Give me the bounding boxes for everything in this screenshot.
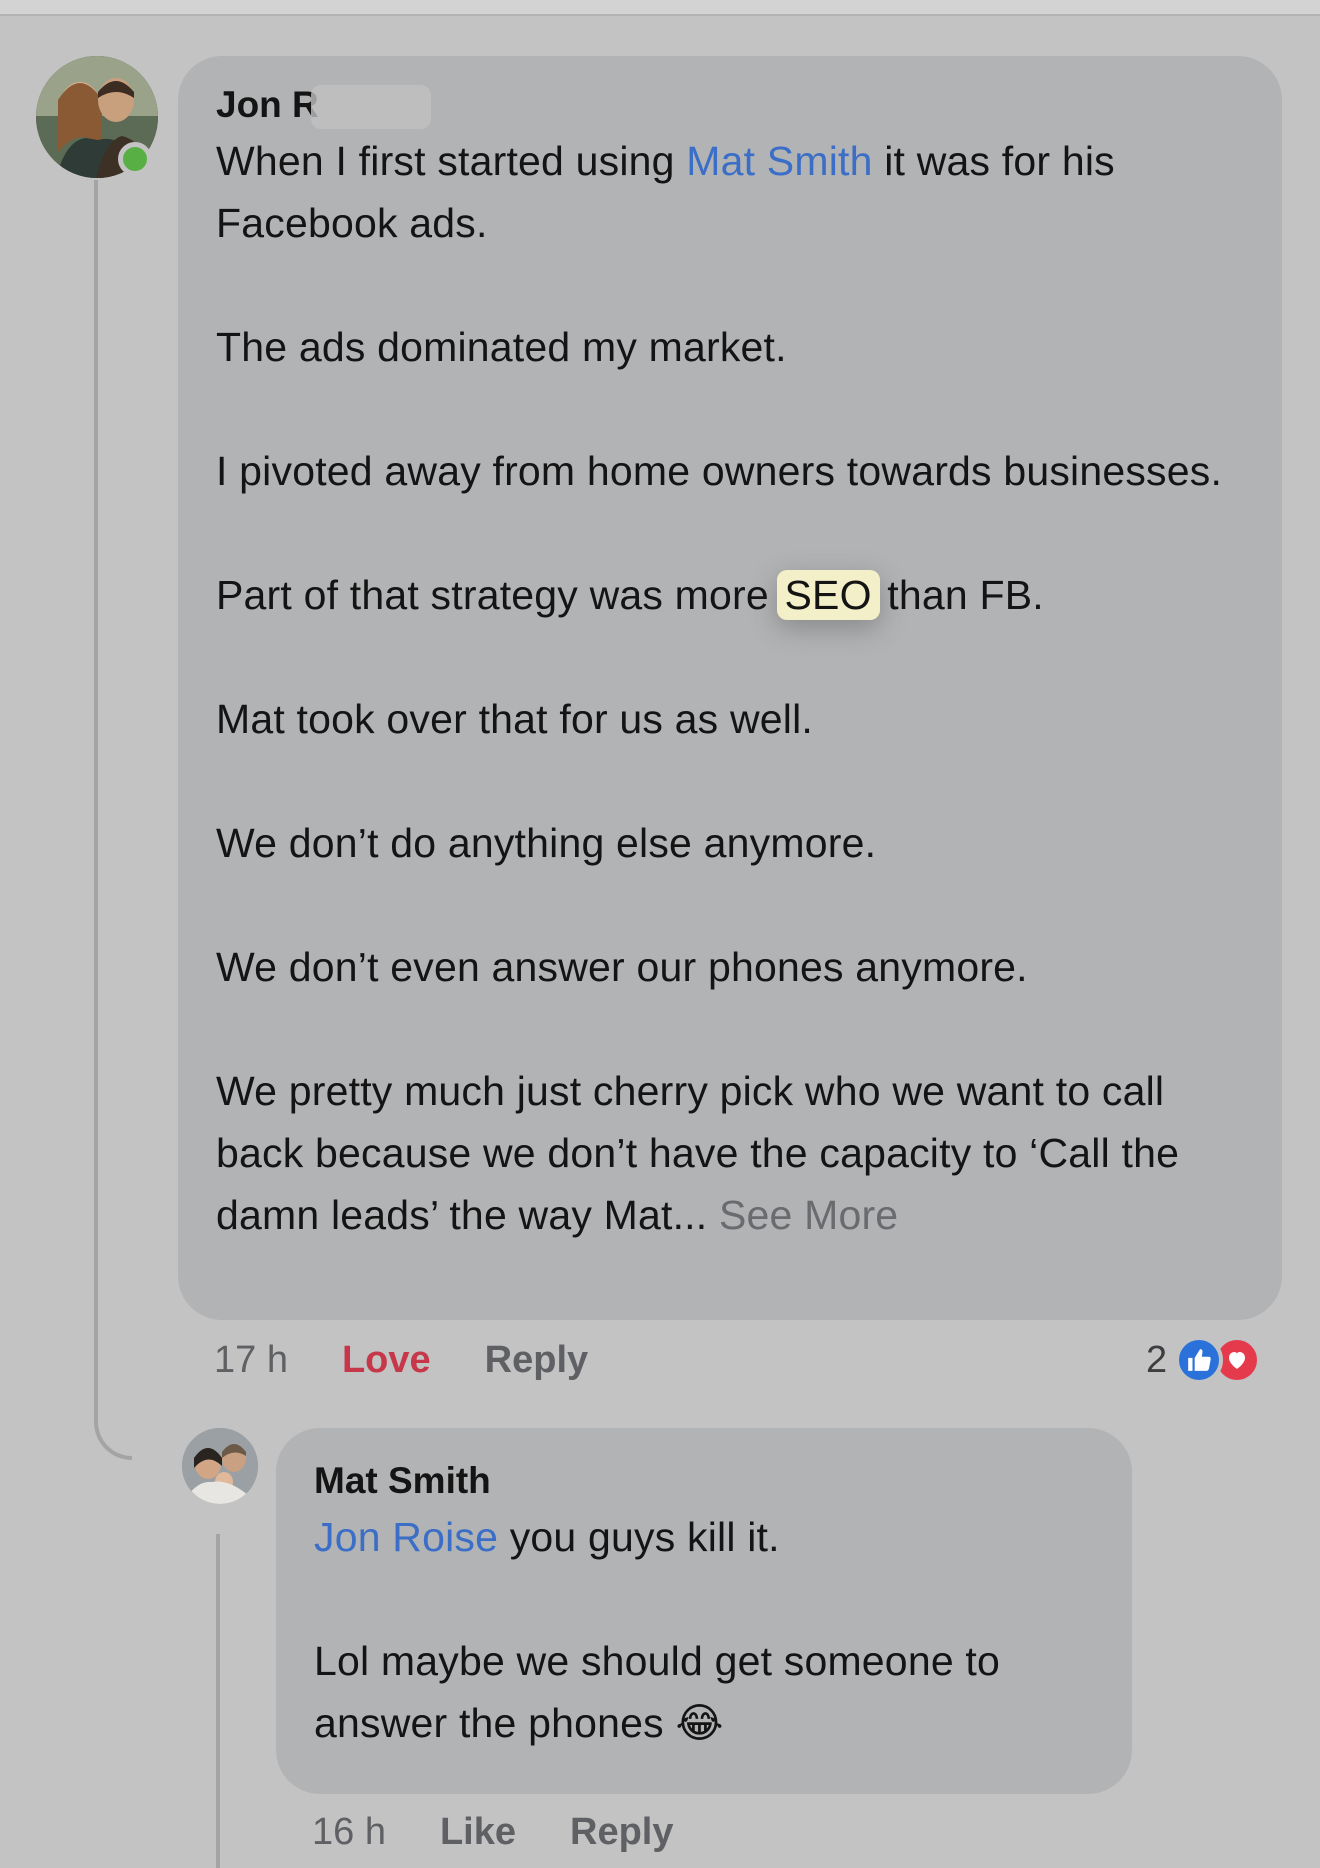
laughing-emoji-icon: 😂 (675, 1699, 724, 1747)
reply-meta-row: 16 h Like Reply (312, 1808, 728, 1856)
paragraph: When I first started using Mat Smith it … (216, 130, 1244, 254)
reply-bubble: Mat Smith Jon Roise you guys kill it. Lol… (276, 1428, 1132, 1794)
paragraph: Part of that strategy was more SEO than … (216, 564, 1244, 626)
paragraph: The ads dominated my market. (216, 316, 1244, 378)
like-reaction-icon (1175, 1336, 1224, 1384)
comment-meta-row: 17 h Love Reply (214, 1336, 642, 1384)
thread-connector-line (94, 180, 132, 1460)
paragraph: We don’t even answer our phones anymore. (216, 936, 1244, 998)
reply-timestamp[interactable]: 16 h (312, 1811, 386, 1854)
author-name-redaction (310, 85, 431, 130)
reply-body: Jon Roise you guys kill it. Lol maybe we … (314, 1506, 1094, 1754)
text-segment: I pivoted away from home owners towards … (216, 448, 1223, 494)
comment-timestamp[interactable]: 17 h (214, 1339, 288, 1382)
paragraph: I pivoted away from home owners towards … (216, 440, 1244, 502)
paragraph: We don’t do anything else anymore. (216, 812, 1244, 874)
text-segment: We pretty much just cherry pick who we w… (216, 1068, 1180, 1238)
top-divider (0, 0, 1320, 16)
text-segment: Lol maybe we should get someone to answe… (314, 1638, 1001, 1746)
like-button[interactable]: Like (440, 1811, 516, 1854)
paragraph: Lol maybe we should get someone to answe… (314, 1630, 1094, 1754)
love-button[interactable]: Love (342, 1339, 431, 1382)
paragraph: We pretty much just cherry pick who we w… (216, 1060, 1244, 1246)
text-segment: We don’t do anything else anymore. (216, 820, 877, 866)
text-segment: The ads dominated my market. (216, 324, 787, 370)
comment-author[interactable]: Jon R (216, 80, 1244, 130)
reaction-summary[interactable]: 2 (1146, 1334, 1262, 1386)
comment-body: When I first started using Mat Smith it … (216, 130, 1244, 1246)
reply-avatar[interactable] (182, 1428, 258, 1504)
comment-author-name[interactable]: Jon R (216, 84, 319, 125)
text-segment: you guys kill it. (498, 1514, 780, 1560)
mention-link[interactable]: Jon Roise (314, 1514, 498, 1560)
text-segment: When I first started using (216, 138, 687, 184)
comment-bubble: Jon R When I first started using Mat Smi… (178, 56, 1282, 1320)
paragraph: Jon Roise you guys kill it. (314, 1506, 1094, 1568)
online-status-icon (118, 142, 152, 176)
reply-avatar-photo (182, 1428, 258, 1504)
text-segment: We don’t even answer our phones anymore. (216, 944, 1028, 990)
text-segment: than FB. (875, 572, 1044, 618)
reply-author[interactable]: Mat Smith (314, 1456, 1094, 1506)
reply-reply-button[interactable]: Reply (570, 1811, 673, 1854)
paragraph: Mat took over that for us as well. (216, 688, 1244, 750)
reply-thread-line (216, 1534, 220, 1868)
highlighted-word: SEO (776, 570, 880, 620)
text-segment: Part of that strategy was more (216, 572, 781, 618)
reply-button[interactable]: Reply (485, 1339, 588, 1382)
see-more-link[interactable]: See More (707, 1192, 898, 1238)
mention-link[interactable]: Mat Smith (686, 138, 872, 184)
comment-thread: Jon R When I first started using Mat Smi… (0, 0, 1320, 1868)
reaction-count: 2 (1146, 1338, 1168, 1381)
text-segment: Mat took over that for us as well. (216, 696, 813, 742)
